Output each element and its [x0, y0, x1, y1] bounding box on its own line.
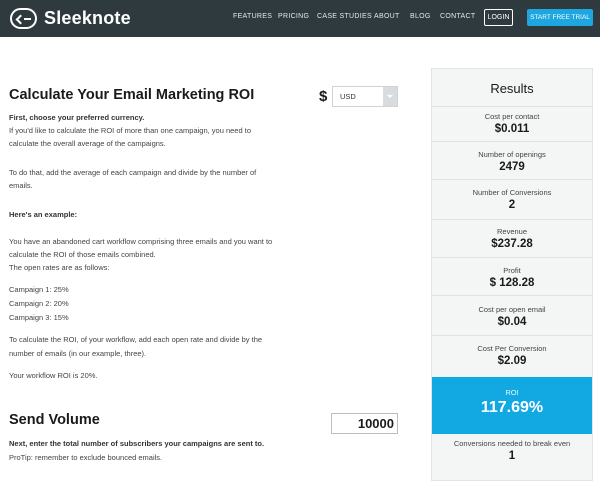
metric-label: Cost per open email [478, 305, 546, 314]
metric-profit: Profit $ 128.28 [432, 266, 592, 289]
metric-openings: Number of openings 2479 [432, 150, 592, 173]
metric-label: Number of openings [478, 150, 546, 159]
login-button[interactable]: LOGIN [484, 9, 513, 26]
metric-value: $0.04 [497, 316, 527, 328]
result-line: Your workflow ROI is 20%. [9, 371, 98, 380]
nav-link-features[interactable]: FEATURES [233, 13, 272, 20]
campaign-item-1: Campaign 1: 25% [9, 285, 69, 294]
metric-value: $237.28 [491, 238, 533, 250]
intro-line-2: calculate the overall average of the cam… [9, 139, 166, 148]
metric-revenue: Revenue $237.28 [432, 227, 592, 250]
metric-cost-per-contact: Cost per contact $0.011 [432, 112, 592, 135]
currency-select[interactable]: USD [332, 86, 398, 107]
example-line-1: You have an abandoned cart workflow comp… [9, 237, 273, 246]
example-line-3: The open rates are as follows: [9, 263, 110, 272]
metric-value: $ 128.28 [489, 277, 535, 289]
roi-highlight: ROI 117.69% [432, 377, 592, 434]
metric-label: Cost per contact [484, 112, 540, 121]
divider [432, 106, 592, 107]
metric-label: Number of Conversions [472, 188, 552, 197]
roi-value: 117.69% [480, 399, 544, 416]
metric-value: $0.011 [494, 123, 530, 135]
nav-link-about[interactable]: ABOUT [374, 13, 400, 20]
send-volume-input[interactable]: 10000 [331, 413, 398, 434]
campaign-item-3: Campaign 3: 15% [9, 313, 69, 322]
intro-bold-text: First, choose your preferred currency. [9, 113, 145, 122]
currency-selected-value: USD [340, 92, 356, 101]
calc-line-2: number of emails (in our example, three)… [9, 349, 147, 358]
metric-label: Cost Per Conversion [477, 344, 547, 353]
metric-break-even: Conversions needed to break even 1 [432, 439, 592, 462]
divider [432, 141, 592, 142]
example-line-2: calculate the ROI of those emails combin… [9, 250, 156, 259]
metric-label: Profit [503, 266, 521, 275]
roi-label: ROI [505, 388, 519, 397]
metric-value: 2479 [499, 161, 525, 173]
nav-link-case-studies[interactable]: CASE STUDIES [317, 13, 372, 20]
todo-line-1: To do that, add the average of each camp… [9, 168, 257, 177]
results-panel: Results Cost per contact $0.011 Number o… [431, 68, 593, 481]
metric-conversions: Number of Conversions 2 [432, 188, 592, 211]
metric-label: Revenue [496, 227, 528, 236]
volume-instruction: Next, enter the total number of subscrib… [9, 439, 265, 448]
divider [432, 335, 592, 336]
divider [432, 295, 592, 296]
example-heading: Here's an example: [9, 210, 78, 219]
metric-value: 2 [508, 199, 516, 211]
metric-cost-per-conversion: Cost Per Conversion $2.09 [432, 344, 592, 367]
send-volume-title: Send Volume [9, 412, 100, 428]
divider [432, 219, 592, 220]
campaign-item-2: Campaign 2: 20% [9, 299, 69, 308]
intro-line-1: If you'd like to calculate the ROI of mo… [9, 126, 251, 135]
top-navigation: Sleeknote FEATURES PRICING CASE STUDIES … [0, 0, 600, 37]
start-free-trial-button[interactable]: START FREE TRIAL [527, 9, 593, 26]
chevron-down-icon[interactable] [383, 87, 397, 106]
divider [432, 257, 592, 258]
currency-symbol: $ [319, 88, 328, 105]
metric-cost-per-open: Cost per open email $0.04 [432, 305, 592, 328]
divider [432, 179, 592, 180]
todo-line-2: emails. [9, 181, 33, 190]
nav-link-contact[interactable]: CONTACT [440, 13, 475, 20]
metric-value: 1 [508, 450, 516, 462]
metric-value: $2.09 [497, 355, 527, 367]
metric-label: Conversions needed to break even [453, 439, 571, 448]
nav-link-blog[interactable]: BLOG [410, 13, 431, 20]
calc-line-1: To calculate the ROI, of your workflow, … [9, 335, 263, 344]
nav-link-pricing[interactable]: PRICING [278, 13, 309, 20]
page-title: Calculate Your Email Marketing ROI [9, 87, 255, 103]
volume-protip: ProTip: remember to exclude bounced emai… [9, 453, 163, 462]
results-title: Results [490, 81, 534, 96]
